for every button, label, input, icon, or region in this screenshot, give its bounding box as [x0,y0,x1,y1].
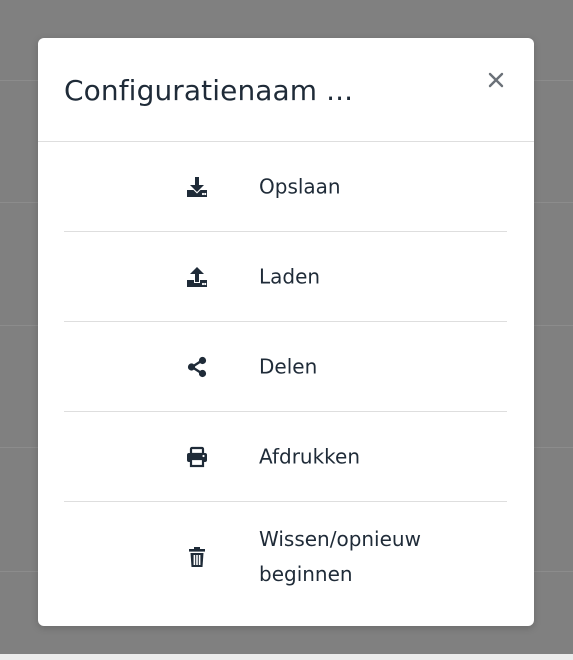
dialog-header: Configuratienaam ... [38,38,534,142]
background-divider [0,80,38,81]
close-icon [488,72,504,92]
menu-item-label: Opslaan [259,174,341,198]
upload-icon [186,266,208,288]
background-divider [0,325,38,326]
trash-icon [186,546,208,568]
page-footer-strip [0,654,573,660]
print-icon [186,446,208,468]
background-divider [534,202,573,203]
background-divider [534,571,573,572]
menu-item-reset[interactable]: Wissen/opnieuw beginnen [64,502,507,612]
dialog-menu: Opslaan Laden Delen Afdrukken Wissen/opn… [64,142,507,612]
background-divider [534,447,573,448]
close-button[interactable] [482,68,510,96]
dialog-title: Configuratienaam ... [64,74,354,107]
configuration-dialog: Configuratienaam ... Opslaan Laden Delen… [38,38,534,626]
menu-item-label: Wissen/opnieuw beginnen [259,527,421,586]
download-icon [186,176,208,198]
menu-item-load[interactable]: Laden [64,232,507,322]
background-divider [0,202,38,203]
background-divider [0,447,38,448]
menu-item-share[interactable]: Delen [64,322,507,412]
menu-item-save[interactable]: Opslaan [64,142,507,232]
share-icon [186,356,208,378]
background-divider [0,571,38,572]
menu-item-print[interactable]: Afdrukken [64,412,507,502]
background-divider [534,80,573,81]
background-divider [534,325,573,326]
menu-item-label: Delen [259,354,318,378]
menu-item-label: Afdrukken [259,444,361,468]
menu-item-label: Laden [259,264,321,288]
